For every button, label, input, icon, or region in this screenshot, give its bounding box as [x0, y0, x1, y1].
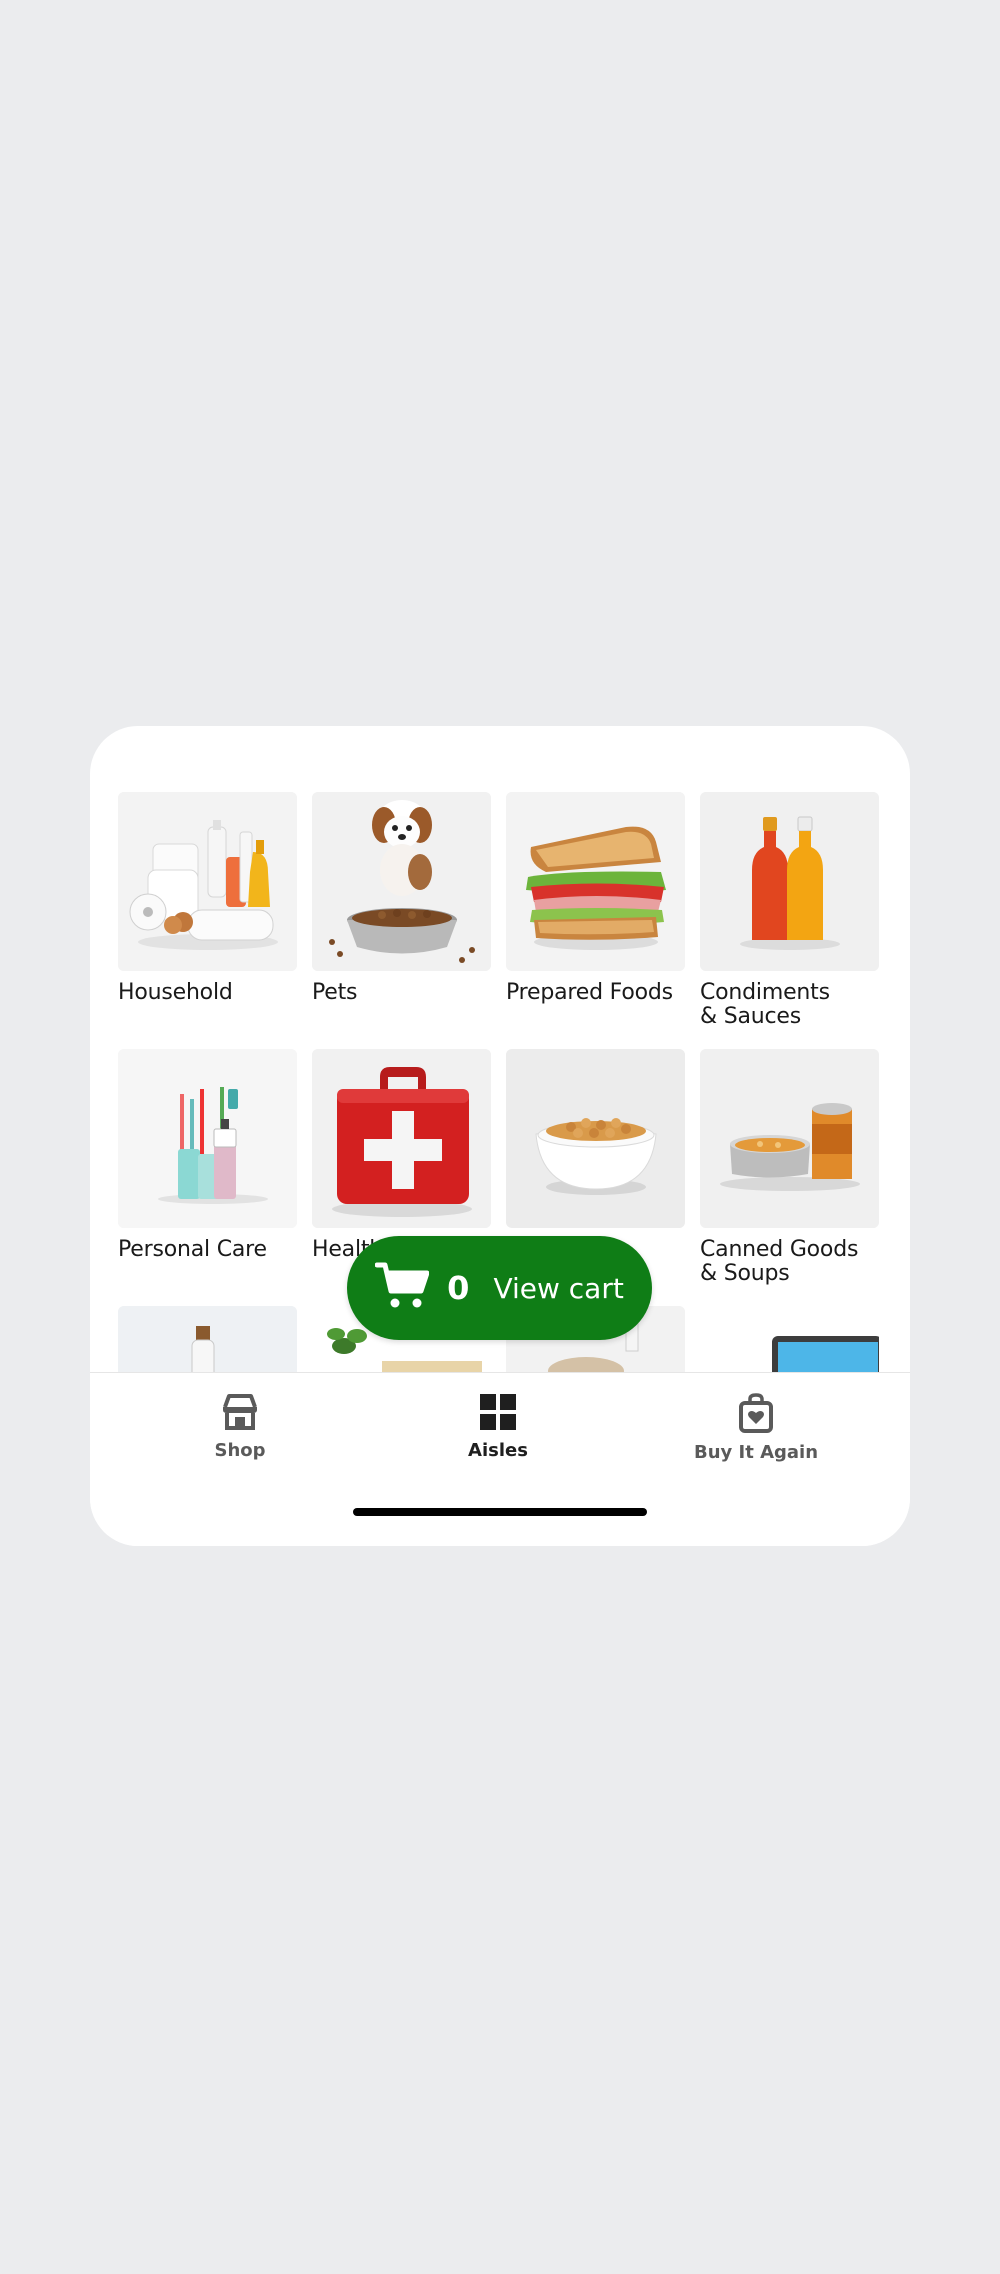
- app-screen: Household Pets Prepared Foods Condiments…: [90, 726, 910, 1546]
- view-cart-button[interactable]: 0 View cart: [347, 1236, 652, 1340]
- aisle-label: Condiments & Sauces: [700, 980, 830, 1029]
- sauce-bottles-image: [700, 792, 879, 971]
- cereal-bowl-image: [506, 1049, 685, 1228]
- puppy-with-food-bowl-image: [312, 792, 491, 971]
- view-cart-label: View cart: [493, 1271, 624, 1305]
- tab-label: Aisles: [468, 1440, 528, 1461]
- bottles-image: [118, 1306, 297, 1372]
- tab-label: Shop: [214, 1440, 266, 1461]
- aisle-label: Personal Care: [118, 1237, 267, 1262]
- tab-shop[interactable]: Shop: [150, 1393, 330, 1461]
- bottom-tab-bar: Shop Aisles Buy It Again: [90, 1372, 910, 1546]
- tab-buy-it-again[interactable]: Buy It Again: [666, 1393, 846, 1463]
- aisle-tile-personal-care[interactable]: Personal Care: [118, 1049, 297, 1306]
- bag-heart-icon: [738, 1393, 774, 1438]
- aisles-grid-viewport: Household Pets Prepared Foods Condiments…: [90, 726, 910, 1372]
- aisle-label: Household: [118, 980, 233, 1005]
- home-indicator: [353, 1508, 647, 1516]
- aisle-tile-prepared-foods[interactable]: Prepared Foods: [506, 792, 685, 1049]
- aisle-label: Canned Goods & Soups: [700, 1237, 859, 1286]
- aisle-tile-canned-goods[interactable]: Canned Goods & Soups: [700, 1049, 879, 1306]
- tab-label: Buy It Again: [693, 1442, 819, 1463]
- grid-icon: [479, 1393, 517, 1436]
- aisle-tile-condiments-sauces[interactable]: Condiments & Sauces: [700, 792, 879, 1049]
- sandwich-image: [506, 792, 685, 971]
- aisle-tile-partial[interactable]: [118, 1306, 297, 1372]
- aisle-tile-pets[interactable]: Pets: [312, 792, 491, 1049]
- cart-icon: [374, 1261, 430, 1316]
- aisle-tile-partial[interactable]: [700, 1306, 879, 1372]
- toothbrushes-image: [118, 1049, 297, 1228]
- aisle-label: Prepared Foods: [506, 980, 673, 1005]
- household-products-image: [118, 792, 297, 971]
- aisle-tile-household[interactable]: Household: [118, 792, 297, 1049]
- electronics-image: [700, 1306, 879, 1372]
- storefront-icon: [220, 1393, 260, 1436]
- tab-aisles[interactable]: Aisles: [408, 1393, 588, 1461]
- aisle-label: Pets: [312, 980, 358, 1005]
- first-aid-kit-image: [312, 1049, 491, 1228]
- cart-count: 0: [447, 1269, 470, 1307]
- canned-goods-image: [700, 1049, 879, 1228]
